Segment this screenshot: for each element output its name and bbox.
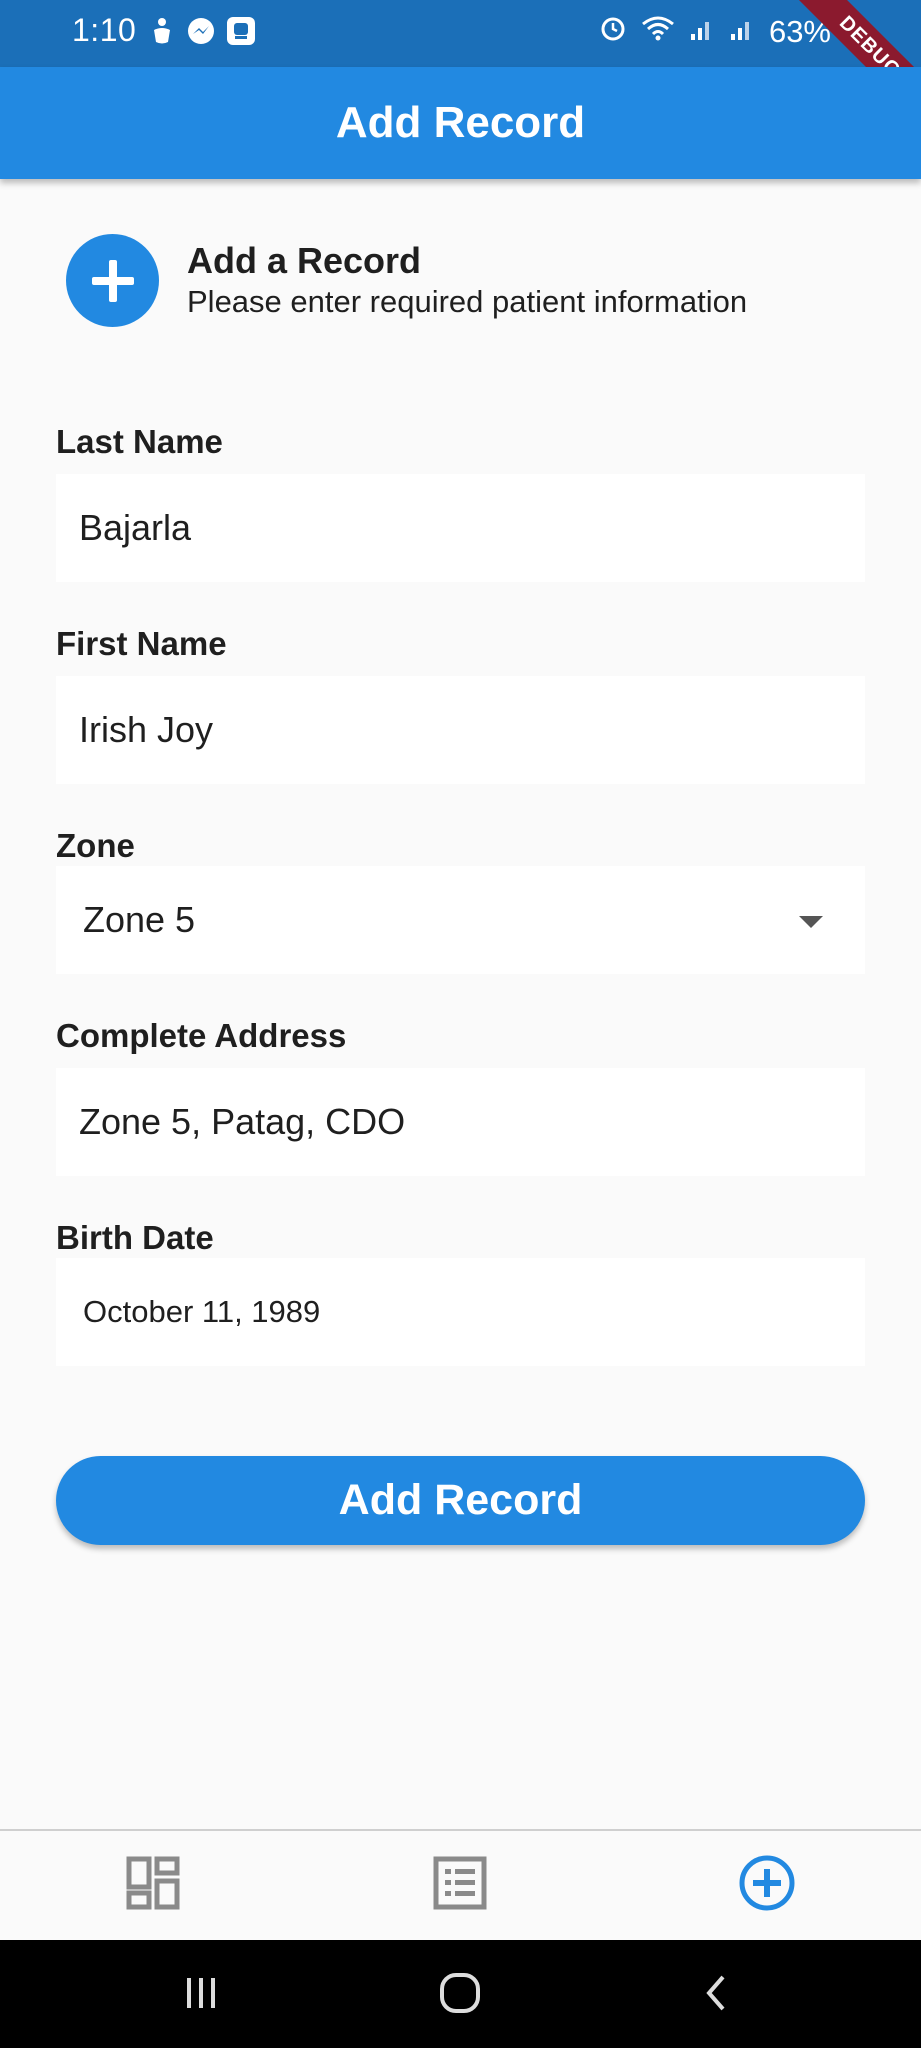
nav-records-list[interactable]	[430, 1855, 490, 1915]
add-circle-icon	[66, 234, 159, 327]
messenger-icon	[186, 16, 216, 51]
accessibility-icon	[148, 16, 176, 51]
list-icon	[433, 1856, 487, 1915]
address-label: Complete Address	[56, 1017, 347, 1054]
add-circle-icon	[738, 1854, 796, 1917]
zone-selected-value: Zone 5	[83, 899, 196, 940]
nav-add-record[interactable]	[737, 1855, 797, 1915]
add-record-button[interactable]: Add Record	[56, 1456, 865, 1545]
recent-apps-icon	[181, 1973, 221, 2018]
alarm-icon	[599, 14, 627, 50]
status-time: 1:10	[72, 12, 137, 48]
zone-label: Zone	[56, 827, 135, 864]
form-header: Add a Record Please enter required patie…	[66, 234, 747, 327]
birth-date-field[interactable]: October 11, 1989	[56, 1258, 865, 1366]
recent-apps-button[interactable]	[176, 1970, 226, 2020]
status-bar: 1:10 63% DEBUG	[0, 0, 921, 127]
page-title: Add Record	[335, 98, 586, 147]
wifi-icon	[641, 14, 675, 50]
form-header-title: Add a Record	[187, 239, 422, 281]
last-name-field[interactable]: Bajarla	[56, 474, 865, 582]
system-nav-bar	[0, 1940, 921, 2048]
signal-icon	[689, 14, 715, 50]
back-icon	[697, 1973, 737, 2018]
first-name-field[interactable]: Irish Joy	[56, 676, 865, 784]
address-field[interactable]: Zone 5, Patag, CDO	[56, 1068, 865, 1176]
home-icon	[438, 1971, 482, 2020]
nav-dashboard[interactable]	[123, 1855, 183, 1915]
birth-date-label: Birth Date	[56, 1219, 214, 1256]
bottom-nav	[0, 1829, 921, 1940]
home-button[interactable]	[435, 1970, 485, 2020]
first-name-label: First Name	[56, 625, 227, 662]
back-button[interactable]	[692, 1970, 742, 2020]
chat-app-icon	[226, 16, 256, 51]
zone-dropdown[interactable]: Zone 5	[56, 866, 865, 974]
dropdown-arrow-icon	[799, 916, 823, 928]
signal-icon-2	[729, 14, 755, 50]
status-system-icons: 63%	[599, 14, 831, 50]
dashboard-icon	[126, 1856, 180, 1915]
last-name-label: Last Name	[56, 423, 223, 460]
status-notification-icons	[148, 16, 256, 51]
form-header-subtitle: Please enter required patient informatio…	[187, 284, 748, 320]
app-bar: Add Record	[0, 67, 921, 179]
